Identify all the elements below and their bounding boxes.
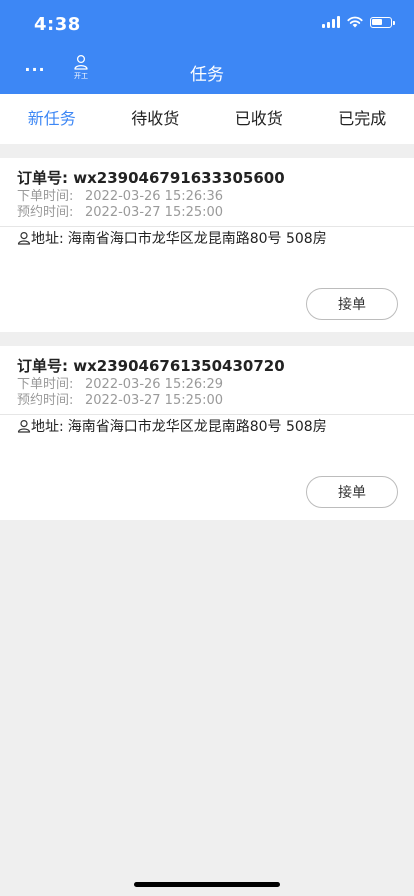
accept-order-button[interactable]: 接单 [306,476,398,508]
accept-order-button[interactable]: 接单 [306,288,398,320]
status-time: 4:38 [34,14,81,35]
scheduled-time-label: 预约时间: [17,393,74,408]
wifi-icon [347,16,363,28]
scheduled-time-label: 预约时间: [17,205,74,220]
battery-level [372,18,382,25]
nav-bar: ··· 开工 任务 [0,46,414,94]
tab-received[interactable]: 已收货 [207,94,311,144]
app-header: 4:38 ··· 开工 任务 [0,0,414,94]
location-person-icon [17,231,31,245]
cellular-signal-icon [322,16,340,28]
tab-completed[interactable]: 已完成 [311,94,414,144]
card-divider [0,226,414,227]
page-title: 任务 [190,65,224,85]
address-label: 地址: [31,419,64,435]
order-scheduled-time: 预约时间: 2022-03-27 15:25:00 [17,201,223,220]
address-value: 海南省海口市龙华区龙昆南路80号 508房 [67,419,327,435]
order-scheduled-time: 预约时间: 2022-03-27 15:25:00 [17,389,223,408]
scheduled-time-value: 2022-03-27 15:25:00 [85,205,224,220]
address-label: 地址: [31,231,64,247]
location-person-icon [17,419,31,433]
order-address: 地址: 海南省海口市龙华区龙昆南路80号 508房 [17,228,327,248]
status-bar: 4:38 [0,0,414,46]
order-list: 订单号: wx239046791633305600 下单时间: 2022-03-2… [0,158,414,534]
battery-icon [370,16,395,28]
order-card: 订单号: wx239046791633305600 下单时间: 2022-03-2… [0,158,414,332]
order-address: 地址: 海南省海口市龙华区龙昆南路80号 508房 [17,416,327,436]
scheduled-time-value: 2022-03-27 15:25:00 [85,393,224,408]
tab-new-tasks[interactable]: 新任务 [0,94,104,144]
card-divider [0,414,414,415]
address-value: 海南省海口市龙华区龙昆南路80号 508房 [67,231,327,247]
tab-awaiting-receipt[interactable]: 待收货 [104,94,208,144]
home-indicator [134,882,280,887]
order-card: 订单号: wx239046761350430720 下单时间: 2022-03-2… [0,346,414,520]
status-icons [322,16,395,28]
task-tabs: 新任务 待收货 已收货 已完成 [0,94,414,144]
